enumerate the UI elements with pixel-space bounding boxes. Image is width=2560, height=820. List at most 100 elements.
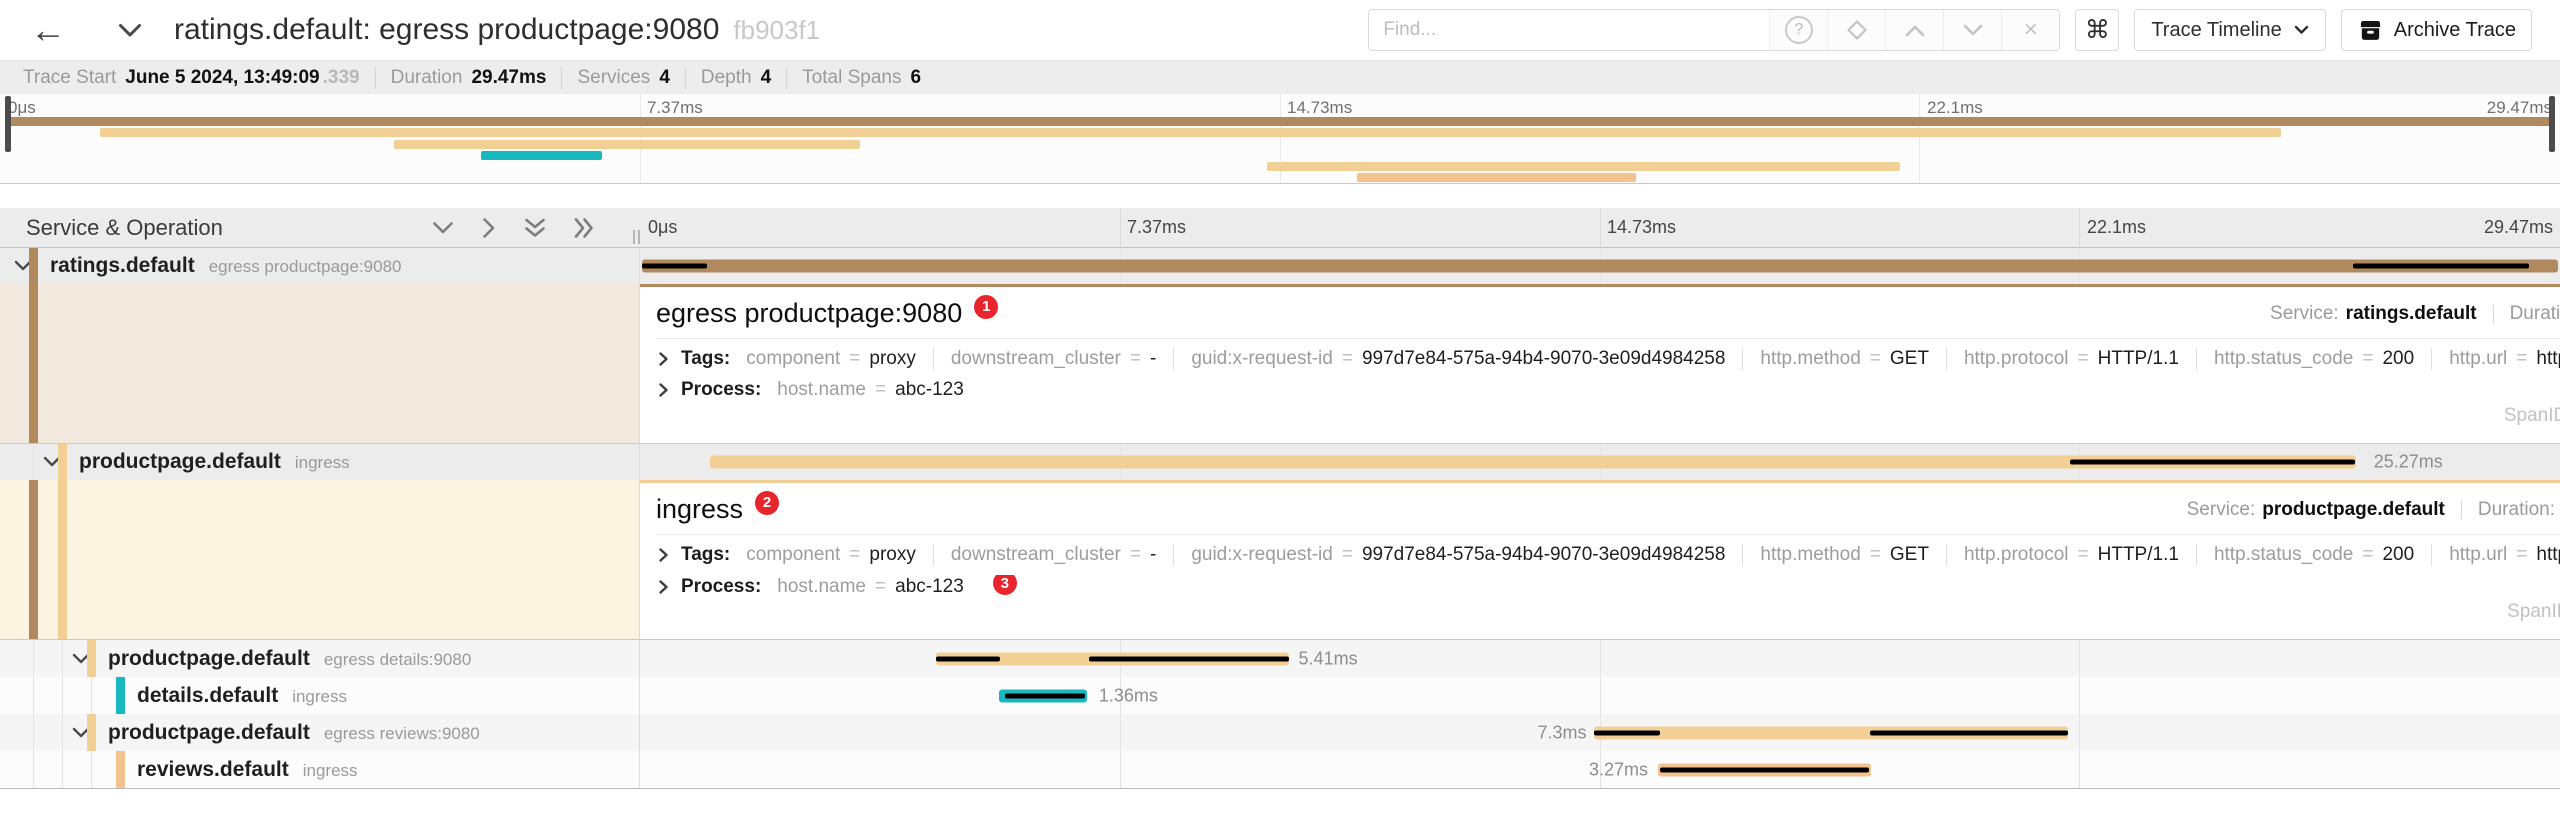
service-name: details.default (137, 684, 278, 708)
tag-value: GET (1890, 348, 1929, 370)
equals: = (2516, 348, 2527, 370)
view-mode-select[interactable]: Trace Timeline (2134, 9, 2325, 51)
annotation-badge-3: 3 (993, 575, 1017, 595)
span-row-reviews-ingress[interactable]: reviews.defaultingress 3.27ms (0, 751, 2560, 788)
timeline-ruler: 0μs 7.37ms 14.73ms 22.1ms 29.47ms (640, 208, 2560, 247)
chevron-right-icon (658, 579, 669, 595)
timeline-grid-header: Service & Operation 0μs 7.37ms 14.73ms 2… (0, 208, 2560, 248)
annotation-badge-1: 1 (974, 295, 998, 319)
duration-value: 29.47ms (471, 67, 546, 89)
tags-accordion[interactable]: Tags: component=proxy downstream_cluster… (656, 348, 2560, 370)
equals: = (2078, 544, 2089, 566)
tag-key: guid:x-request-id (1191, 544, 1333, 566)
collapse-one-icon[interactable] (432, 221, 454, 235)
span-id-row: SpanID: 0bf05c6cdc700e91 (2507, 594, 2560, 630)
span-bar[interactable] (710, 456, 2356, 469)
minimap-span-productpage-ingress (100, 128, 2281, 137)
next-match-icon[interactable] (1943, 10, 2001, 50)
span-duration-label: 5.41ms (1299, 648, 1358, 669)
process-value: abc-123 (895, 379, 964, 401)
service-color-strip (58, 444, 67, 480)
tag-key: http.method (1760, 544, 1860, 566)
trace-start-label: Trace Start (23, 67, 116, 89)
span-row-egress-reviews[interactable]: productpage.defaultegress reviews:9080 7… (0, 714, 2560, 751)
span-name-cell: productpage.default ingress (0, 444, 640, 480)
column-resizer-handle[interactable] (633, 230, 640, 244)
keyboard-shortcuts-button[interactable]: ⌘ (2075, 9, 2119, 51)
tag-key: component (746, 544, 840, 566)
expand-all-icon[interactable] (574, 217, 594, 239)
tag-key: http.status_code (2214, 544, 2353, 566)
search-help-icon[interactable]: ? (1769, 10, 1827, 50)
span-bar[interactable] (1658, 763, 1871, 776)
span-row-ratings-egress[interactable]: ratings.defaultegress productpage:9080 (0, 248, 2560, 284)
span-row-details-ingress[interactable]: details.defaultingress 1.36ms (0, 677, 2560, 714)
trace-minimap[interactable]: 0μs 7.37ms 14.73ms 22.1ms 29.47ms (0, 94, 2560, 184)
equals: = (1870, 544, 1881, 566)
annotation-badge-2: 2 (755, 491, 779, 515)
equals: = (875, 576, 886, 598)
span-timeline-cell: 5.41ms (640, 640, 2560, 677)
tag-value: proxy (869, 544, 915, 566)
tags-accordion[interactable]: Tags: component=proxy downstream_cluster… (656, 544, 2560, 566)
process-accordion[interactable]: Process: host.name=abc-123 (656, 379, 2560, 401)
services-item: Services4 (561, 67, 684, 89)
span-bar[interactable] (999, 689, 1087, 702)
caret-down-icon (2294, 25, 2309, 35)
back-icon[interactable]: ← (30, 12, 66, 48)
locate-span-icon[interactable] (1827, 10, 1885, 50)
equals: = (2516, 544, 2527, 566)
minimap-right-scrubber[interactable] (2549, 96, 2555, 152)
span-id-label: SpanID: (2507, 601, 2560, 623)
minimap-left-scrubber[interactable] (5, 96, 11, 152)
tag-key: downstream_cluster (951, 544, 1121, 566)
equals: = (2362, 544, 2373, 566)
service-name: productpage.default (79, 450, 281, 474)
service-label: Service: (2187, 499, 2256, 521)
clear-search-icon[interactable]: × (2001, 10, 2059, 50)
tag-value: HTTP/1.1 (2098, 348, 2179, 370)
expand-one-icon[interactable] (482, 217, 496, 239)
service-operation-header: Service & Operation (0, 208, 640, 247)
title-chevron-down-icon[interactable] (118, 23, 142, 38)
operation-name: egress productpage:9080 (209, 257, 402, 277)
service-name: productpage.default (108, 647, 310, 671)
operation-name: ingress (292, 687, 347, 707)
chevron-right-icon (658, 547, 669, 563)
tag-value: 200 (2382, 544, 2414, 566)
duration-label: Duration: (2478, 499, 2555, 521)
trace-start-value: June 5 2024, 13:49:09 (125, 67, 319, 89)
span-duration-label: 7.3ms (1538, 722, 1587, 743)
service-name: reviews.default (137, 758, 289, 782)
span-row-productpage-ingress[interactable]: productpage.default ingress 25.27ms (0, 444, 2560, 480)
tag-value: HTTP/1.1 (2098, 544, 2179, 566)
service-color-strip (116, 677, 125, 714)
equals: = (849, 348, 860, 370)
find-input[interactable] (1369, 10, 1769, 50)
equals: = (1130, 544, 1141, 566)
detail-meta: Service:ratings.default Duration:29.47ms… (2270, 303, 2560, 325)
span-row-egress-details[interactable]: productpage.defaultegress details:9080 5… (0, 640, 2560, 677)
minimap-tick-3: 22.1ms (1927, 98, 1983, 118)
trace-name: ratings.default: egress productpage:9080 (174, 13, 719, 46)
service-color-strip (29, 480, 38, 639)
span-timeline-cell: 25.27ms (640, 444, 2560, 480)
tag-key: http.method (1760, 348, 1860, 370)
minimap-tick-4: 29.47ms (2487, 98, 2552, 118)
span-bar[interactable] (1594, 726, 2068, 739)
tag-value: 997d7e84-575a-94b4-9070-3e09d4984258 (1362, 544, 1725, 566)
collapse-all-icon[interactable] (524, 218, 546, 238)
tag-key: http.protocol (1964, 544, 2069, 566)
tree-controls (432, 217, 594, 239)
process-accordion[interactable]: Process: host.name=abc-123 3 (656, 575, 2560, 599)
question-icon: ? (1785, 16, 1813, 44)
span-rows: ratings.defaultegress productpage:9080 e… (0, 248, 2560, 788)
duration-item: Duration29.47ms (375, 67, 562, 89)
process-key: host.name (777, 576, 866, 598)
archive-trace-button[interactable]: Archive Trace (2341, 9, 2532, 51)
span-bar[interactable] (642, 260, 2558, 273)
operation-name: ingress (295, 453, 350, 473)
prev-match-icon[interactable] (1885, 10, 1943, 50)
span-timeline-cell (640, 248, 2560, 284)
span-bar[interactable] (936, 652, 1289, 665)
